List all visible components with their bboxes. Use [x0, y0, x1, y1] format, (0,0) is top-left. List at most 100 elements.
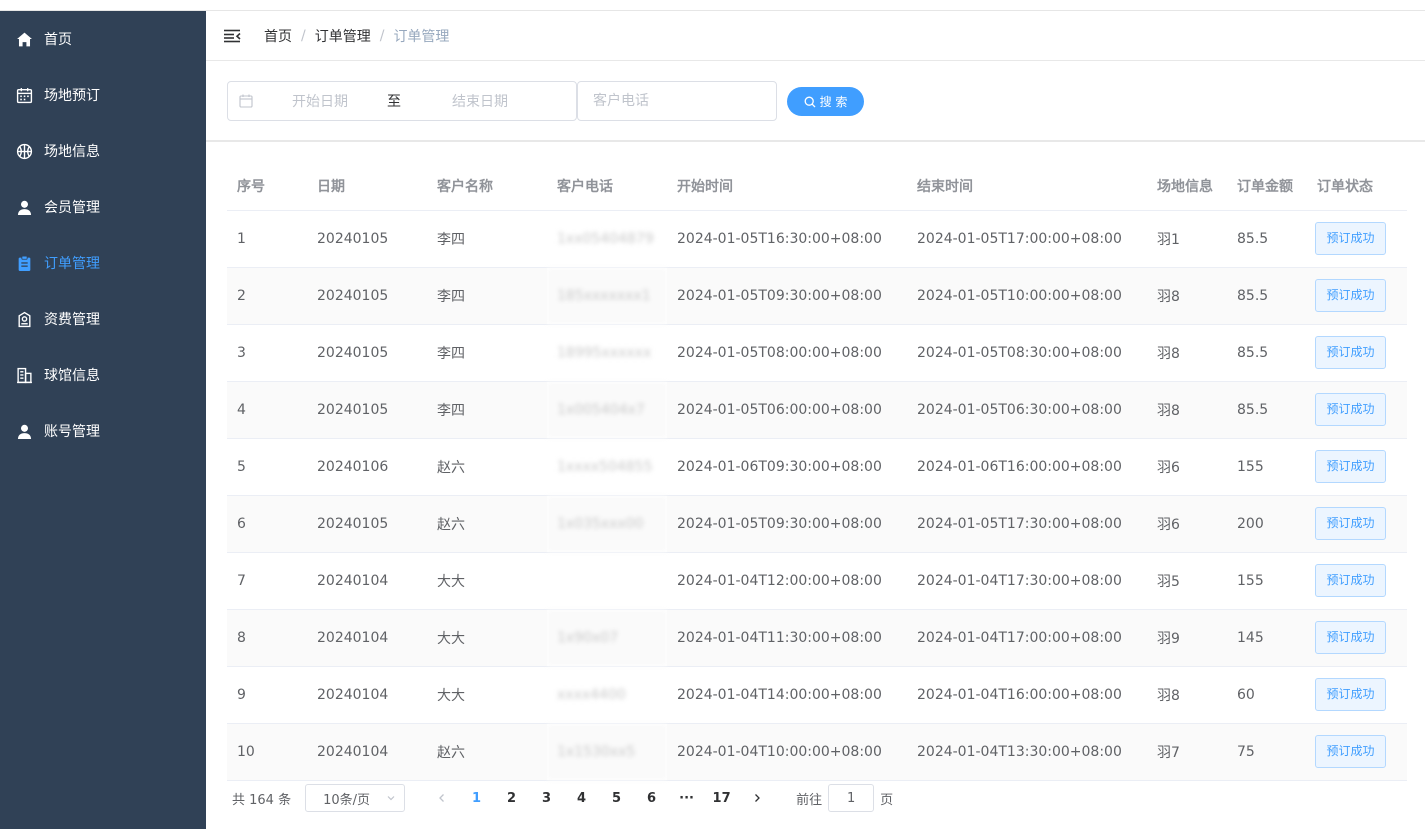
table-row: 6 20240105 赵六 1x035xxx00 2024-01-05T09:3… — [227, 495, 1407, 553]
goto-page-input[interactable] — [828, 784, 875, 812]
cell-amount: 155 — [1227, 438, 1307, 496]
cell-start-time: 2024-01-04T11:30:00+08:00 — [667, 609, 907, 667]
cell-end-time: 2024-01-04T17:30:00+08:00 — [907, 552, 1147, 610]
cell-amount: 85.5 — [1227, 324, 1307, 382]
status-badge[interactable]: 预订成功 — [1315, 336, 1386, 369]
more-pages-button[interactable]: ··· — [669, 784, 704, 812]
status-badge[interactable]: 预订成功 — [1315, 507, 1386, 540]
start-date-input[interactable]: 开始日期 — [261, 91, 379, 111]
sidebar-item-members[interactable]: 会员管理 — [0, 179, 206, 235]
cell-start-time: 2024-01-05T09:30:00+08:00 — [667, 495, 907, 553]
cell-index: 8 — [227, 609, 307, 667]
cell-customer-phone: 1xx05404879 — [547, 210, 667, 268]
cell-customer-name: 赵六 — [427, 438, 547, 496]
pagination: 共 164 条 10条/页 1 2 3 4 5 6 ··· 17 前往 页 — [232, 783, 893, 813]
date-range-picker[interactable]: 开始日期 至 结束日期 — [227, 81, 577, 121]
status-badge[interactable]: 预订成功 — [1315, 678, 1386, 711]
status-badge[interactable]: 预订成功 — [1315, 279, 1386, 312]
end-date-input[interactable]: 结束日期 — [421, 91, 539, 111]
cell-start-time: 2024-01-04T12:00:00+08:00 — [667, 552, 907, 610]
page-button-6[interactable]: 6 — [634, 784, 669, 812]
sidebar-item-venue-info[interactable]: 场地信息 — [0, 123, 206, 179]
cell-end-time: 2024-01-05T17:30:00+08:00 — [907, 495, 1147, 553]
sidebar-item-accounts[interactable]: 账号管理 — [0, 403, 206, 459]
sidebar-item-orders[interactable]: 订单管理 — [0, 235, 206, 291]
cell-amount: 155 — [1227, 552, 1307, 610]
page-button-4[interactable]: 4 — [564, 784, 599, 812]
search-button[interactable]: 搜 索 — [787, 87, 864, 116]
sidebar-item-label: 会员管理 — [44, 200, 100, 216]
search-icon — [804, 96, 816, 107]
col-header-index: 序号 — [227, 162, 307, 211]
page-button-5[interactable]: 5 — [599, 784, 634, 812]
page-jumper: 前往 页 — [796, 784, 893, 812]
cell-customer-phone: 1x005404x7 — [547, 381, 667, 439]
cell-customer-name: 李四 — [427, 381, 547, 439]
cell-start-time: 2024-01-05T08:00:00+08:00 — [667, 324, 907, 382]
total-count: 共 164 条 — [232, 792, 292, 808]
cell-customer-name: 大大 — [427, 666, 547, 724]
sidebar-item-label: 首页 — [44, 32, 72, 48]
menu-fold-icon[interactable] — [222, 26, 242, 46]
building-icon — [15, 366, 33, 384]
cell-index: 5 — [227, 438, 307, 496]
user-icon — [15, 198, 33, 216]
prev-page-button[interactable] — [424, 784, 459, 812]
status-badge[interactable]: 预订成功 — [1315, 735, 1386, 768]
status-badge[interactable]: 预订成功 — [1315, 393, 1386, 426]
table-row: 10 20240104 赵六 1x1530xx5 2024-01-04T10:0… — [227, 723, 1407, 781]
cell-end-time: 2024-01-05T08:30:00+08:00 — [907, 324, 1147, 382]
cell-end-time: 2024-01-06T16:00:00+08:00 — [907, 438, 1147, 496]
top-strip — [0, 0, 1425, 11]
cell-start-time: 2024-01-04T14:00:00+08:00 — [667, 666, 907, 724]
navbar: 首页 / 订单管理 / 订单管理 — [206, 11, 1425, 61]
sidebar-item-home[interactable]: 首页 — [0, 11, 206, 67]
cell-customer-phone: 18995xxxxxx — [547, 324, 667, 382]
page-button-3[interactable]: 3 — [529, 784, 564, 812]
status-badge[interactable]: 预订成功 — [1315, 222, 1386, 255]
cell-court: 羽8 — [1147, 381, 1227, 439]
cell-date: 20240104 — [307, 723, 427, 781]
user-icon — [15, 422, 33, 440]
page-size-select[interactable]: 10条/页 — [305, 784, 406, 812]
page-button-1[interactable]: 1 — [459, 784, 494, 812]
cell-status: 预订成功 — [1307, 723, 1407, 781]
status-badge[interactable]: 预订成功 — [1315, 621, 1386, 654]
cell-start-time: 2024-01-04T10:00:00+08:00 — [667, 723, 907, 781]
goto-prefix: 前往 — [796, 792, 823, 808]
next-page-button[interactable] — [739, 784, 774, 812]
cell-customer-phone: 185xxxxxxx1 — [547, 267, 667, 325]
cell-date: 20240104 — [307, 666, 427, 724]
status-badge[interactable]: 预订成功 — [1315, 564, 1386, 597]
sidebar-item-label: 资费管理 — [44, 312, 100, 328]
col-header-amount: 订单金额 — [1227, 162, 1307, 211]
breadcrumb-orders[interactable]: 订单管理 — [315, 26, 371, 46]
sidebar-item-stadium-info[interactable]: 球馆信息 — [0, 347, 206, 403]
breadcrumb-home[interactable]: 首页 — [264, 26, 292, 46]
sidebar-item-label: 账号管理 — [44, 424, 100, 440]
cell-customer-name: 大大 — [427, 609, 547, 667]
cell-amount: 145 — [1227, 609, 1307, 667]
tariff-icon — [15, 310, 33, 328]
cell-customer-name: 赵六 — [427, 495, 547, 553]
cell-status: 预订成功 — [1307, 552, 1407, 610]
col-header-end-time: 结束时间 — [907, 162, 1147, 211]
cell-court: 羽7 — [1147, 723, 1227, 781]
cell-status: 预订成功 — [1307, 324, 1407, 382]
calendar-icon — [239, 94, 253, 108]
page-button-17[interactable]: 17 — [704, 784, 739, 812]
cell-status: 预订成功 — [1307, 609, 1407, 667]
cell-status: 预订成功 — [1307, 210, 1407, 268]
status-badge[interactable]: 预订成功 — [1315, 450, 1386, 483]
customer-phone-input[interactable] — [577, 81, 777, 121]
cell-start-time: 2024-01-06T09:30:00+08:00 — [667, 438, 907, 496]
page-button-2[interactable]: 2 — [494, 784, 529, 812]
table-row: 9 20240104 大大 xxxx4400 2024-01-04T14:00:… — [227, 666, 1407, 724]
breadcrumb-separator: / — [301, 27, 306, 44]
sidebar-item-tariff[interactable]: 资费管理 — [0, 291, 206, 347]
cell-date: 20240105 — [307, 495, 427, 553]
sidebar-item-booking[interactable]: 场地预订 — [0, 67, 206, 123]
cell-court: 羽1 — [1147, 210, 1227, 268]
cell-customer-name: 李四 — [427, 267, 547, 325]
search-bar: 开始日期 至 结束日期 搜 索 — [206, 61, 1425, 142]
